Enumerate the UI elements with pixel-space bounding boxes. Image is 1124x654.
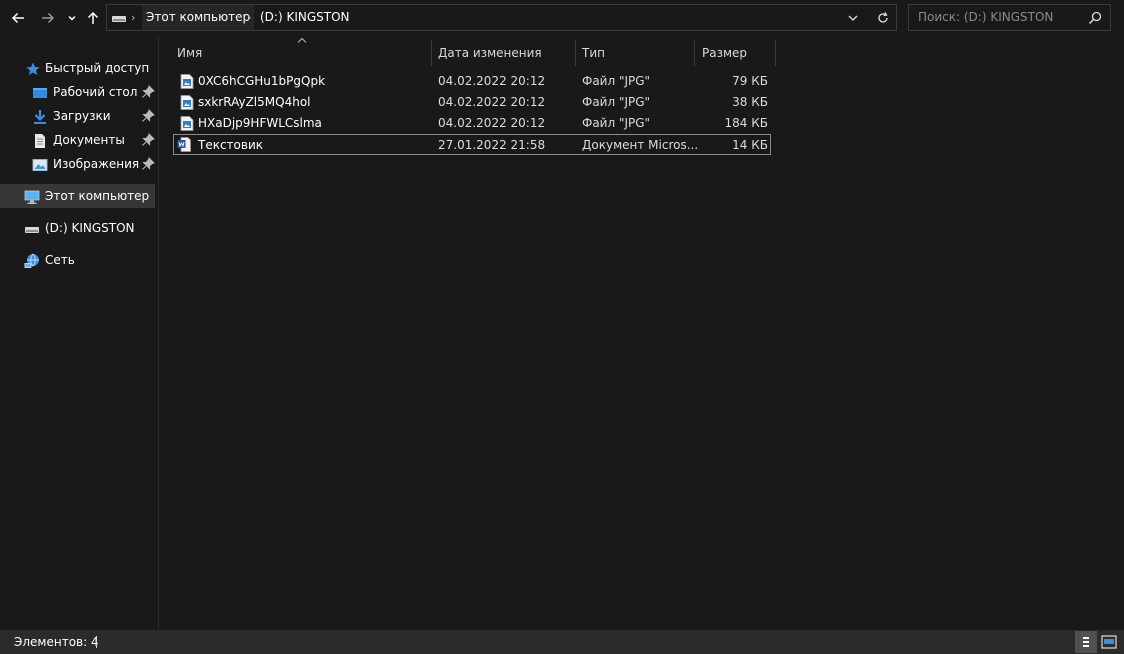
table-row[interactable]: HXaDjp9HFWLCslma 04.02.2022 20:12 Файл "… [173, 113, 771, 134]
drive-icon [25, 227, 39, 233]
column-divider[interactable] [431, 40, 432, 66]
file-size: 184 КБ [724, 116, 768, 130]
network-icon [24, 253, 39, 268]
sidebar-item-label: Этот компьютер [45, 189, 150, 203]
breadcrumb-drive[interactable]: (D:) KINGSTON [260, 5, 350, 30]
jpg-file-icon [180, 74, 194, 89]
sidebar-item-label: Сеть [45, 253, 75, 267]
navigation-bar: › Этот компьютер › (D:) KINGSTON Поиск: … [0, 0, 1124, 37]
address-bar[interactable]: › Этот компьютер › (D:) KINGSTON [106, 4, 897, 31]
status-divider [96, 636, 97, 648]
navigation-pane: Быстрый доступ Рабочий стол Загрузки Док… [0, 37, 159, 630]
large-icons-view-icon [1101, 635, 1117, 649]
column-header-type[interactable]: Тип [582, 40, 605, 66]
search-icon [1088, 11, 1102, 25]
sidebar-item-label: Рабочий стол [53, 85, 138, 99]
file-date: 27.01.2022 21:58 [438, 138, 546, 152]
pictures-icon [32, 159, 48, 171]
column-divider[interactable] [694, 40, 695, 66]
file-type: Файл "JPG" [582, 116, 651, 130]
sidebar-item-label: Изображения [53, 157, 140, 171]
sidebar-item-network[interactable]: Сеть [0, 248, 155, 272]
file-name: 0XC6hCGHu1bPgQpk [198, 74, 326, 88]
chevron-right-icon: › [131, 11, 136, 24]
sidebar-item-label: Документы [53, 133, 125, 147]
item-count: Элементов: 4 [14, 635, 99, 649]
column-header-name[interactable]: Имя [177, 40, 202, 66]
column-divider[interactable] [775, 40, 776, 66]
table-row[interactable]: Текстовик 27.01.2022 21:58 Документ Micr… [173, 134, 771, 155]
file-name: HXaDjp9HFWLCslma [198, 116, 322, 130]
search-input[interactable]: Поиск: (D:) KINGSTON [918, 5, 1053, 30]
sidebar-item-label: (D:) KINGSTON [45, 221, 135, 235]
file-list: Имя Дата изменения Тип Размер 0XC6hCGHu1… [159, 37, 1124, 630]
jpg-file-icon [180, 116, 194, 131]
desktop-folder-icon [33, 88, 47, 98]
file-size: 79 КБ [732, 74, 768, 88]
column-divider[interactable] [575, 40, 576, 66]
column-header-size[interactable]: Размер [702, 40, 747, 66]
drive-icon [112, 16, 126, 22]
details-view-icon [1083, 637, 1089, 647]
up-button[interactable] [82, 7, 104, 29]
forward-arrow-icon [42, 12, 55, 24]
file-size: 14 КБ [732, 138, 768, 152]
jpg-file-icon [180, 95, 194, 110]
status-bar: Элементов: 4 [0, 630, 1124, 654]
word-document-icon [177, 137, 191, 152]
forward-button[interactable] [37, 7, 59, 29]
back-arrow-icon [11, 12, 24, 24]
file-name: sxkrRAyZl5MQ4hol [198, 95, 311, 109]
file-size: 38 КБ [732, 95, 768, 109]
table-row[interactable]: 0XC6hCGHu1bPgQpk 04.02.2022 20:12 Файл "… [173, 71, 771, 92]
sidebar-item-label: Быстрый доступ [45, 61, 150, 75]
pin-icon[interactable] [141, 85, 155, 99]
documents-icon [35, 134, 45, 148]
sidebar-item-desktop[interactable]: Рабочий стол [0, 80, 155, 104]
recent-locations-button[interactable] [62, 7, 82, 29]
file-name: Текстовик [198, 138, 264, 152]
pin-icon[interactable] [141, 109, 155, 123]
star-icon [26, 62, 40, 75]
sidebar-item-quick-access[interactable]: Быстрый доступ [0, 56, 155, 80]
file-type: Файл "JPG" [582, 95, 651, 109]
sidebar-item-pictures[interactable]: Изображения [0, 152, 155, 176]
search-box[interactable]: Поиск: (D:) KINGSTON [908, 4, 1111, 31]
chevron-right-icon: › [247, 11, 252, 24]
breadcrumb-this-pc[interactable]: Этот компьютер [142, 5, 255, 30]
sidebar-item-drive-d[interactable]: (D:) KINGSTON [0, 216, 155, 240]
refresh-icon[interactable] [876, 11, 890, 25]
sort-ascending-icon [297, 37, 307, 43]
table-row[interactable]: sxkrRAyZl5MQ4hol 04.02.2022 20:12 Файл "… [173, 92, 771, 113]
sidebar-item-downloads[interactable]: Загрузки [0, 104, 155, 128]
sidebar-item-this-pc[interactable]: Этот компьютер [0, 184, 155, 208]
file-date: 04.02.2022 20:12 [438, 116, 546, 130]
pin-icon[interactable] [141, 157, 155, 171]
back-button[interactable] [7, 7, 29, 29]
file-type: Документ Micros... [582, 138, 699, 152]
large-icons-view-button[interactable] [1098, 631, 1120, 653]
file-type: Файл "JPG" [582, 74, 651, 88]
chevron-down-icon [68, 15, 76, 21]
details-view-button[interactable] [1075, 631, 1097, 653]
column-header-date[interactable]: Дата изменения [438, 40, 542, 66]
file-date: 04.02.2022 20:12 [438, 74, 546, 88]
sidebar-item-documents[interactable]: Документы [0, 128, 155, 152]
sidebar-item-label: Загрузки [53, 109, 111, 123]
file-date: 04.02.2022 20:12 [438, 95, 546, 109]
downloads-icon [34, 110, 46, 124]
pin-icon[interactable] [141, 133, 155, 147]
up-arrow-icon [87, 11, 99, 24]
computer-icon [24, 190, 40, 204]
chevron-down-icon[interactable] [848, 14, 858, 22]
